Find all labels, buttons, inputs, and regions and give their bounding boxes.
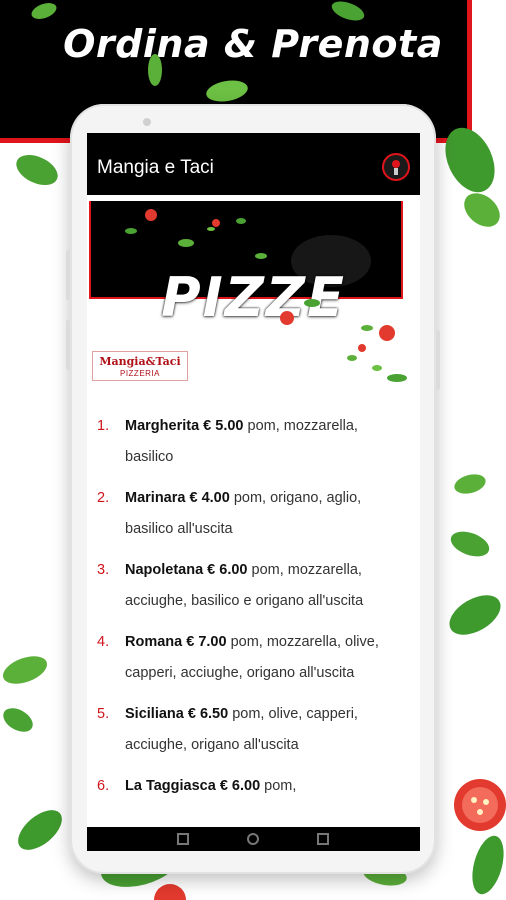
recents-icon[interactable]	[317, 833, 329, 845]
pizza-menu-list: 1. Margherita € 5.00 pom, mozzarella, ba…	[97, 411, 407, 812]
item-number: 3.	[97, 562, 110, 578]
basil-leaf-icon	[206, 80, 248, 102]
system-nav-bar	[87, 827, 420, 851]
item-name: Napoletana € 6.00	[125, 562, 248, 578]
item-name: Margherita € 5.00	[125, 418, 244, 434]
item-number: 1.	[97, 418, 110, 434]
item-name: Romana € 7.00	[125, 634, 227, 650]
back-icon[interactable]	[177, 833, 189, 845]
app-title: Mangia e Taci	[97, 157, 214, 178]
banner-title: Ordina & Prenota	[63, 22, 443, 66]
list-item: 2. Marinara € 4.00 pom, origano, aglio, …	[97, 483, 407, 545]
power-button	[436, 330, 440, 390]
basil-leaf-icon	[449, 595, 501, 635]
basil-leaf-icon	[148, 54, 162, 86]
brand-subtitle: PIZZERIA	[119, 369, 160, 378]
item-description: pom,	[260, 778, 297, 794]
basil-leaf-icon	[454, 474, 486, 494]
item-number: 5.	[97, 706, 110, 722]
brand-name: Mangia&Taci	[99, 355, 181, 368]
basil-leaf-icon	[18, 810, 62, 850]
volume-button	[66, 320, 70, 370]
app-bar: Mangia e Taci	[87, 133, 420, 195]
volume-button	[66, 250, 70, 300]
list-item: 3. Napoletana € 6.00 pom, mozzarella, ac…	[97, 555, 407, 617]
item-name: Marinara € 4.00	[125, 490, 230, 506]
phone-screen: Mangia e Taci PIZZE Mangia&Taci PIZZERIA	[87, 133, 420, 851]
home-icon[interactable]	[247, 833, 259, 845]
item-number: 6.	[97, 778, 110, 794]
list-item: 4. Romana € 7.00 pom, mozzarella, olive,…	[97, 627, 407, 689]
list-item: 5. Siciliana € 6.50 pom, olive, capperi,…	[97, 699, 407, 761]
basil-leaf-icon	[450, 531, 490, 557]
front-camera	[143, 118, 151, 126]
item-number: 2.	[97, 490, 110, 506]
basil-tomato-decoration-icon	[280, 299, 407, 382]
basil-leaf-icon	[3, 656, 47, 684]
item-name: Siciliana € 6.50	[125, 706, 229, 722]
brand-logo: Mangia&Taci PIZZERIA	[92, 351, 188, 381]
item-name: La Taggiasca € 6.00	[125, 778, 261, 794]
logo-icon[interactable]	[382, 153, 410, 181]
basil-leaf-icon	[16, 154, 58, 186]
basil-leaf-icon	[472, 835, 504, 895]
basil-leaf-icon	[464, 193, 500, 227]
tomato-slice-icon	[454, 779, 506, 831]
item-number: 4.	[97, 634, 110, 650]
basil-leaf-icon	[3, 708, 33, 732]
tomato-slice-icon	[154, 884, 186, 900]
basil-leaf-icon	[31, 3, 57, 19]
list-item: 1. Margherita € 5.00 pom, mozzarella, ba…	[97, 411, 407, 473]
basil-leaf-icon	[331, 1, 365, 21]
list-item: 6. La Taggiasca € 6.00 pom,	[97, 771, 407, 802]
